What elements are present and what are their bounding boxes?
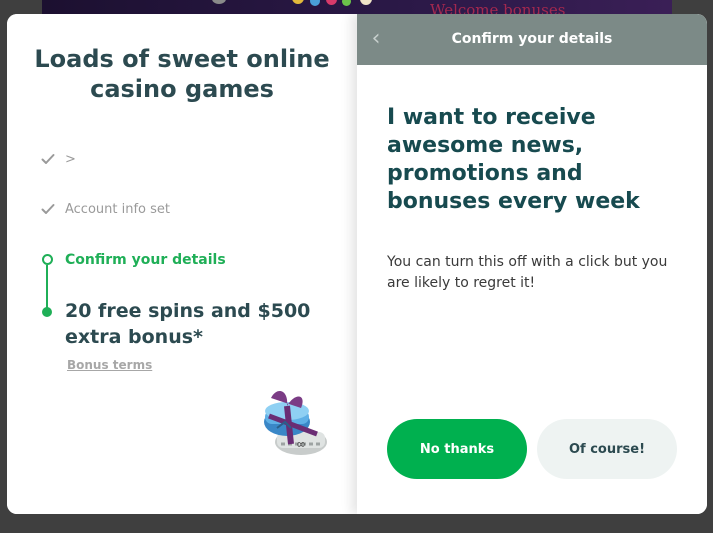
of-course-button[interactable]: Of course! [537,419,677,479]
panel-header: ‹ Confirm your details [357,14,707,65]
step-label: Account info set [65,202,171,217]
signup-modal: Loads of sweet online casino games > Acc… [7,14,707,514]
consent-headline: I want to receive awesome news, promotio… [387,105,640,214]
candy-decoration [326,0,337,5]
no-thanks-button[interactable]: No thanks [387,419,527,479]
candy-decoration [360,0,372,5]
step-label: > [65,152,76,167]
bonus-terms-link[interactable]: Bonus terms [67,358,152,372]
promo-title: Loads of sweet online casino games [34,45,330,103]
progress-end-dot-icon [42,307,52,317]
step-label: Confirm your details [65,252,226,268]
candy-decoration [212,0,226,4]
candy-decoration [342,0,351,6]
candy-decoration [292,0,304,4]
panel-header-title: Confirm your details [451,31,613,47]
promo-panel: Loads of sweet online casino games > Acc… [7,14,357,514]
svg-text:∞: ∞ [296,437,306,451]
consent-panel: ‹ Confirm your details I want to receive… [357,14,707,514]
progress-dot-icon [42,254,53,265]
candy-decoration [310,0,320,6]
gift-box-icon: ∞ [264,391,327,455]
reward-text: 20 free spins and $500 extra bonus* [65,300,311,348]
progress-line [46,265,48,309]
check-icon [41,154,55,164]
consent-subtext: You can turn this off with a click but y… [387,254,668,291]
check-icon [41,204,55,214]
